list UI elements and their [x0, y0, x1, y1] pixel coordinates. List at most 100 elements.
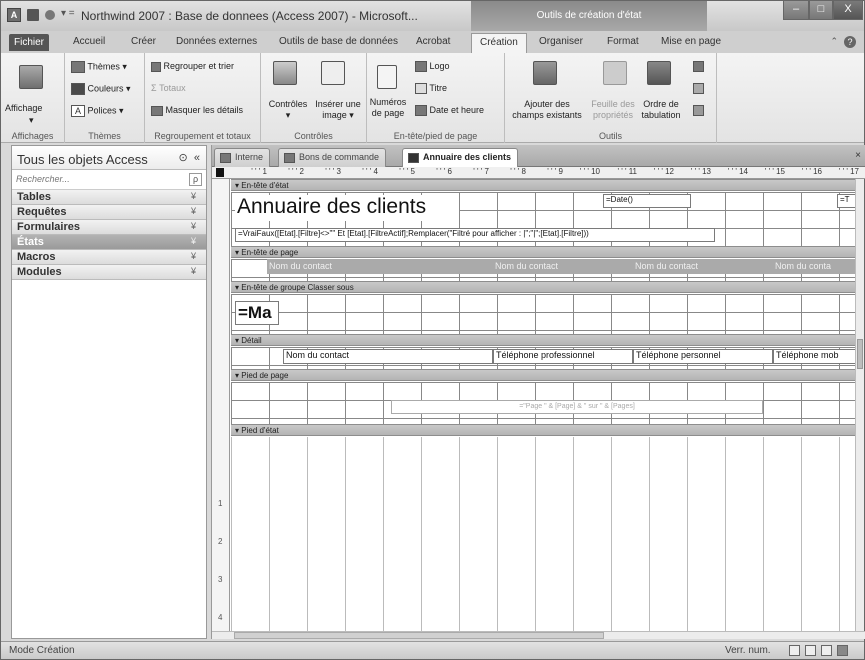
report-selector[interactable]	[216, 168, 224, 177]
nav-collapse-icon[interactable]: «	[194, 152, 200, 164]
qat-customize-icon[interactable]: ▾ =	[61, 8, 75, 19]
doc-tab-interne[interactable]: Interne	[214, 148, 271, 167]
band-label: En-tête de groupe Classer sous	[241, 283, 354, 292]
report-view-icon[interactable]	[789, 645, 800, 656]
nav-item-modules[interactable]: Modules ¥	[12, 265, 206, 280]
tab-format[interactable]: Format	[607, 36, 639, 47]
logo-button[interactable]: Logo	[415, 61, 450, 73]
layout-view-icon[interactable]	[805, 645, 816, 656]
band-page-footer[interactable]: ▾ Pied de page	[231, 369, 856, 381]
section-page-footer: ="Page " & [Page] & " sur " & [Pages]	[231, 382, 856, 424]
time-textbox[interactable]: =T	[837, 194, 856, 208]
feuille-proprietes-button[interactable]: Feuille des propriétés	[587, 99, 639, 121]
date-label: Date et heure	[429, 105, 485, 115]
detail-tel-pro-textbox[interactable]: Téléphone professionnel	[493, 349, 633, 364]
close-button[interactable]: X	[833, 1, 863, 20]
group-sort-icon	[151, 61, 161, 72]
header-dim-label-3[interactable]: Nom du conta	[773, 259, 856, 274]
nav-item-label: Formulaires	[17, 221, 80, 233]
dropdown-arrow-icon[interactable]: ▾	[29, 115, 34, 126]
tab-acrobat[interactable]: Acrobat	[416, 36, 450, 47]
date-textbox[interactable]: =Date()	[603, 194, 691, 208]
tab-creation[interactable]: Création	[471, 33, 527, 53]
tab-creer[interactable]: Créer	[131, 36, 156, 47]
nav-item-label: États	[17, 236, 44, 248]
band-page-header[interactable]: ▾ En-tête de page	[231, 246, 856, 258]
ruler-mark: ' ' ' 11	[617, 167, 637, 176]
nav-item-macros[interactable]: Macros ¥	[12, 250, 206, 265]
nav-search-input[interactable]	[12, 170, 182, 188]
regrouper-button[interactable]: Regrouper et trier	[151, 61, 234, 72]
ajouter-champs-button[interactable]: Ajouter des champs existants	[509, 99, 585, 121]
tab-accueil[interactable]: Accueil	[73, 36, 105, 47]
affichage-button[interactable]: Affichage	[5, 103, 42, 114]
group-field-textbox[interactable]: =Ma	[235, 301, 279, 325]
titre-button[interactable]: Titre	[415, 83, 447, 95]
group-label-themes: Thèmes	[88, 131, 121, 141]
doc-tab-label: Interne	[235, 152, 264, 162]
maximize-button[interactable]: □	[809, 1, 833, 20]
convert-macros-icon[interactable]	[693, 105, 704, 116]
help-icon[interactable]: ?	[844, 36, 856, 48]
design-view-icon[interactable]	[837, 645, 848, 656]
tab-outils-bd[interactable]: Outils de base de données	[279, 36, 398, 47]
status-bar: Mode Création Verr. num.	[1, 641, 864, 659]
masquer-details-button[interactable]: Masquer les détails	[151, 105, 243, 116]
polices-button[interactable]: A Polices ▾	[71, 105, 124, 117]
themes-button[interactable]: Thèmes ▾	[71, 61, 127, 73]
controles-button[interactable]: Contrôles ▾	[265, 99, 311, 121]
doc-tab-annuaire-clients[interactable]: Annuaire des clients	[402, 148, 519, 168]
doc-tab-bons-commande[interactable]: Bons de commande	[278, 148, 387, 167]
detail-tel-mob-textbox[interactable]: Téléphone mob	[773, 349, 856, 364]
detail-tel-perso-textbox[interactable]: Téléphone personnel	[633, 349, 773, 364]
tab-organiser[interactable]: Organiser	[539, 36, 583, 47]
vertical-scrollbar[interactable]	[855, 179, 864, 631]
totaux-button[interactable]: Σ Totaux	[151, 83, 186, 94]
view-code-icon[interactable]	[693, 83, 704, 94]
horizontal-scrollbar[interactable]	[212, 631, 865, 639]
minimize-button[interactable]: –	[783, 1, 809, 20]
close-document-icon[interactable]: ×	[855, 150, 861, 161]
horizontal-scroll-thumb[interactable]	[234, 632, 604, 639]
subform-icon[interactable]	[693, 61, 704, 72]
group-label-affichages: Affichages	[11, 131, 54, 141]
print-preview-icon[interactable]	[821, 645, 832, 656]
nav-item-etats[interactable]: États ¥	[12, 235, 206, 250]
colors-icon	[71, 83, 85, 95]
nav-header[interactable]: Tous les objets Access ⊙ «	[12, 146, 206, 170]
tab-donnees-externes[interactable]: Données externes	[176, 36, 257, 47]
tab-fichier[interactable]: Fichier	[9, 34, 49, 51]
undo-icon[interactable]	[45, 10, 55, 20]
numeros-page-button[interactable]: Numéros de page	[369, 97, 407, 119]
band-report-header[interactable]: ▾ En-tête d'état	[231, 179, 856, 191]
band-detail[interactable]: ▾ Détail	[231, 334, 856, 346]
header-nom-label[interactable]: Nom du contact	[267, 259, 493, 274]
nav-item-requetes[interactable]: Requêtes ¥	[12, 205, 206, 220]
vertical-scroll-thumb[interactable]	[857, 339, 863, 369]
band-label: Pied de page	[241, 371, 289, 380]
band-report-footer[interactable]: ▾ Pied d'état	[231, 424, 856, 436]
section-report-footer	[231, 437, 856, 631]
detail-nom-textbox[interactable]: Nom du contact	[283, 349, 493, 364]
page-number-textbox[interactable]: ="Page " & [Page] & " sur " & [Pages]	[391, 400, 763, 414]
nav-item-formulaires[interactable]: Formulaires ¥	[12, 220, 206, 235]
inserer-image-button[interactable]: Insérer une image ▾	[311, 99, 365, 121]
nav-menu-icon[interactable]: ⊙	[179, 152, 188, 164]
nav-item-tables[interactable]: Tables ¥	[12, 190, 206, 205]
band-group-header[interactable]: ▾ En-tête de groupe Classer sous	[231, 281, 856, 293]
search-icon[interactable]: ρ	[189, 173, 202, 186]
date-heure-button[interactable]: Date et heure	[415, 105, 485, 117]
save-icon[interactable]	[27, 9, 39, 21]
ordre-tabulation-button[interactable]: Ordre de tabulation	[641, 99, 681, 121]
ribbon-minimize-icon[interactable]: ⌃	[830, 36, 838, 47]
vruler-mark: 4	[218, 613, 223, 622]
date-time-icon	[415, 105, 427, 117]
access-app-icon[interactable]: A	[7, 8, 21, 22]
report-title-label[interactable]: Annuaire des clients	[235, 195, 459, 221]
couleurs-button[interactable]: Couleurs ▾	[71, 83, 131, 95]
header-dim-label-2[interactable]: Nom du contact	[633, 259, 773, 274]
filter-expression-textbox[interactable]: =VraiFaux([Etat].[Filtre]<>"" Et [Etat].…	[235, 228, 715, 242]
header-dim-label-1[interactable]: Nom du contact	[493, 259, 633, 274]
ruler-scale: ' ' ' 1 ' ' ' 2 ' ' ' 3 ' ' ' 4 ' ' ' 5 ' ' '…	[230, 167, 862, 178]
tab-mise-en-page[interactable]: Mise en page	[661, 36, 721, 47]
